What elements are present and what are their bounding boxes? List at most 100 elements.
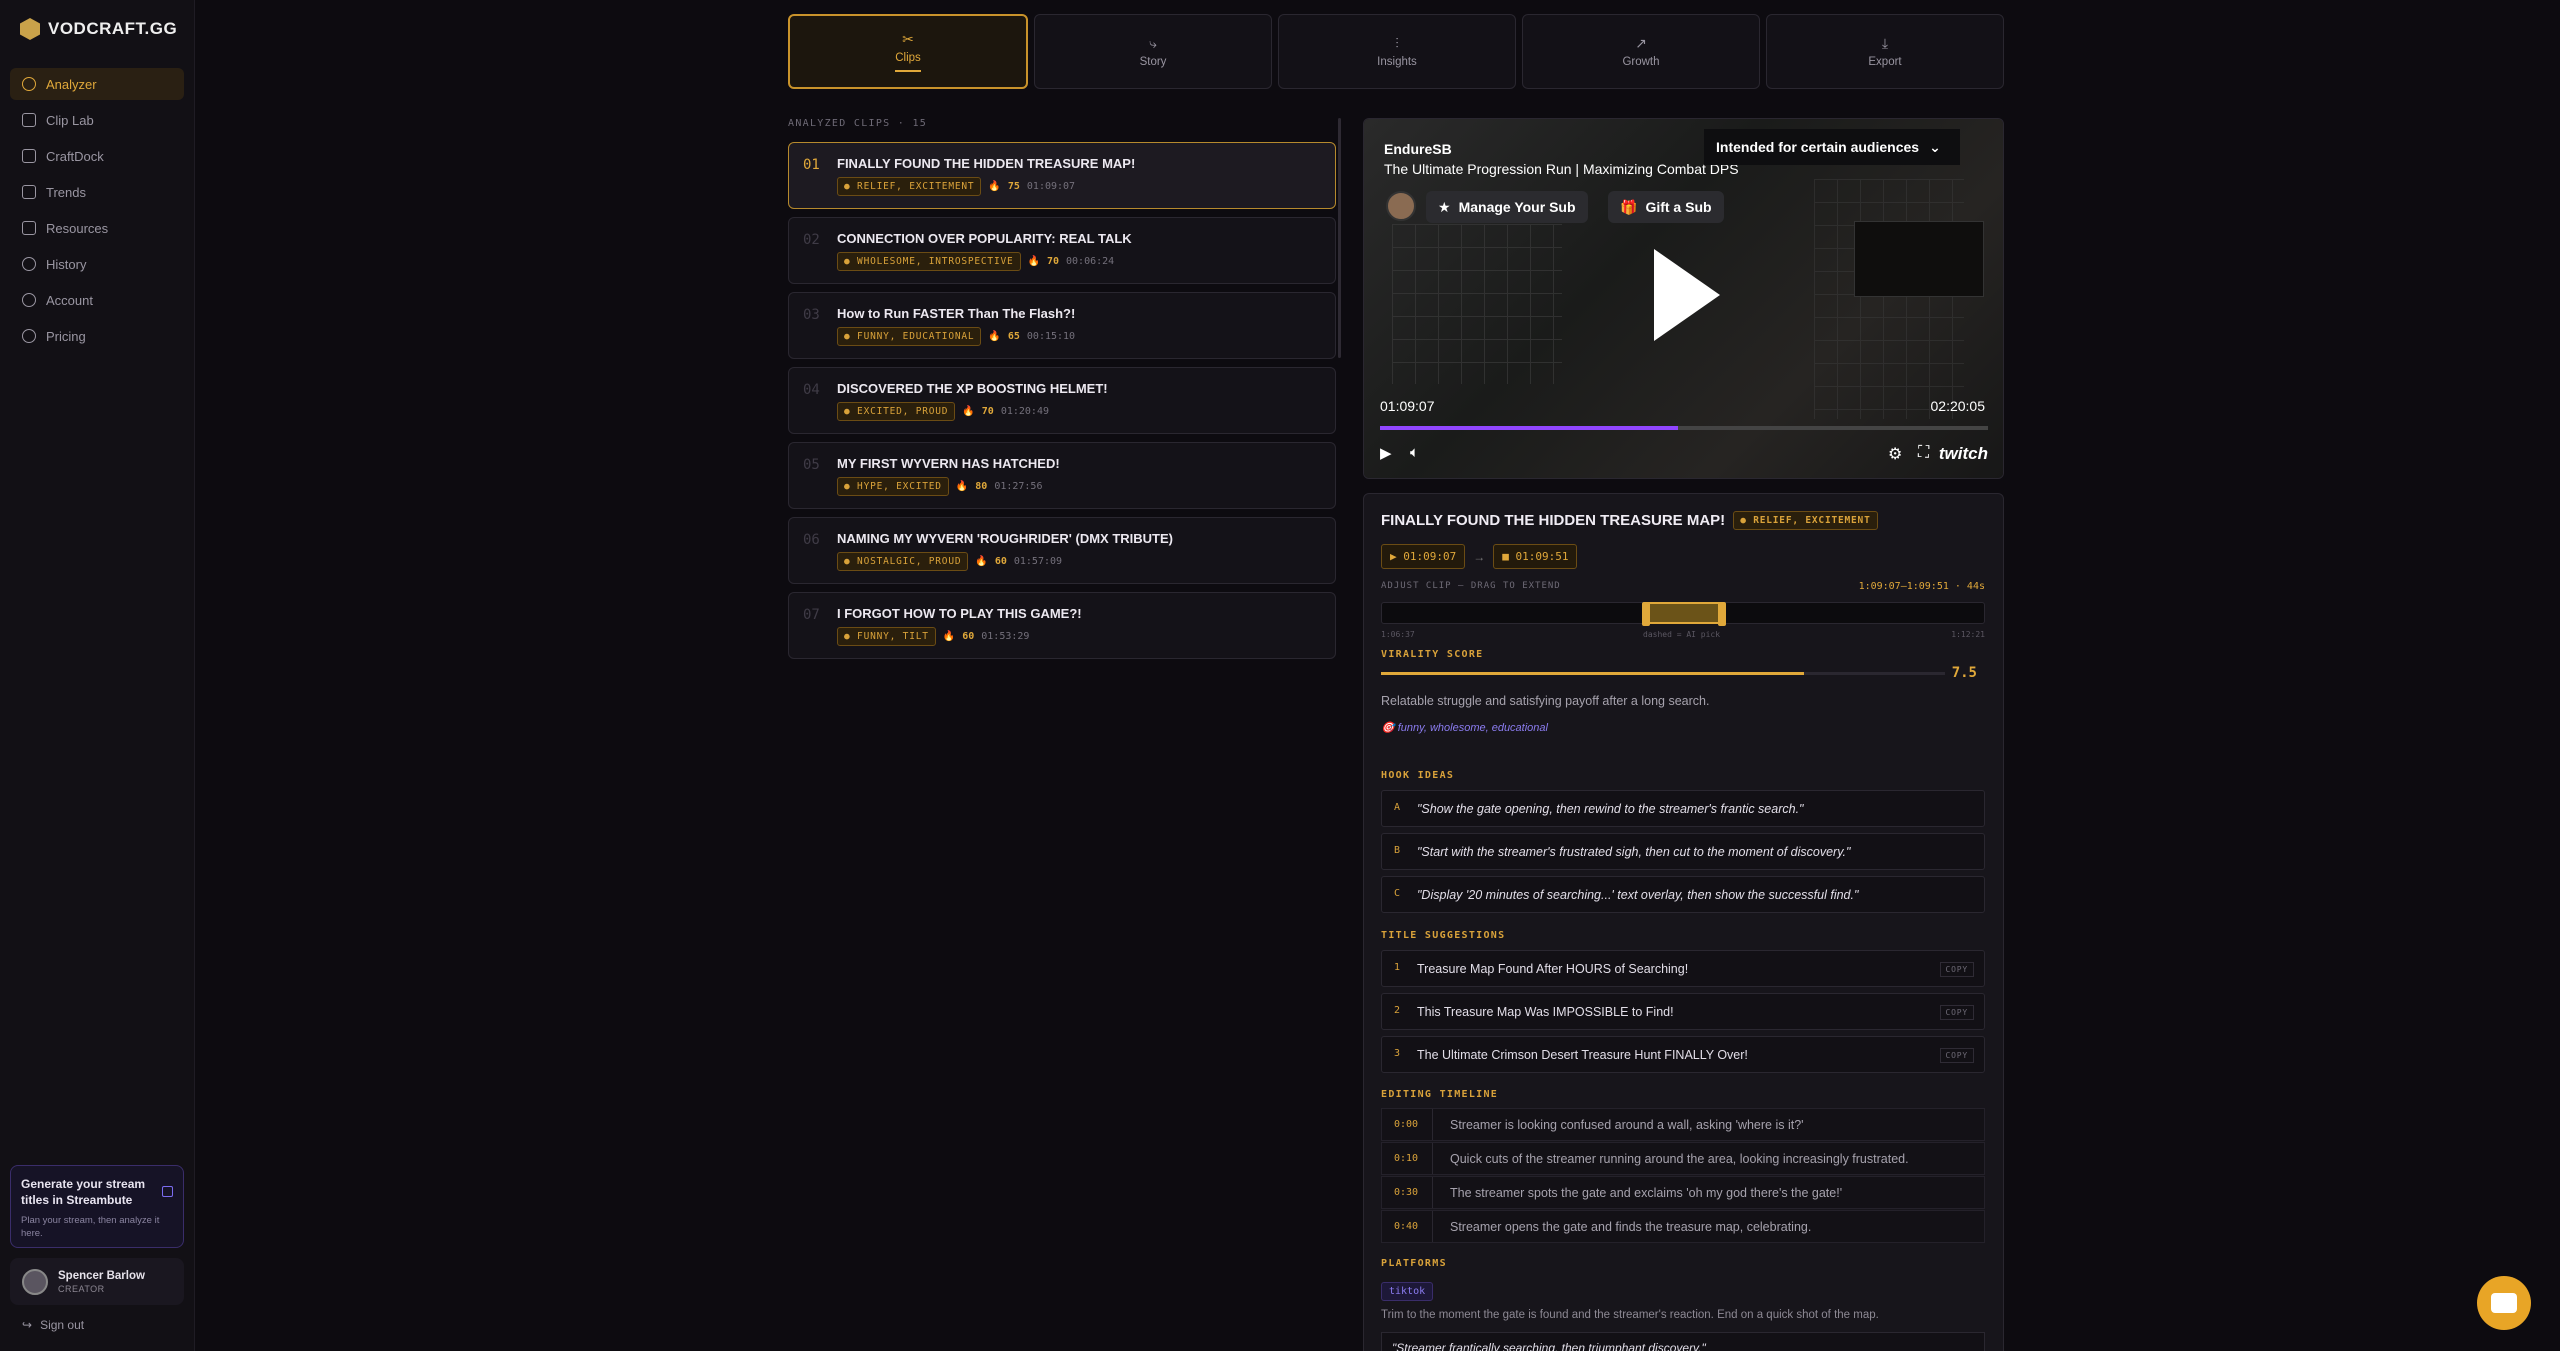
sidebar-item-history[interactable]: History: [10, 248, 184, 280]
sidebar-item-craftdock[interactable]: CraftDock: [10, 140, 184, 172]
detail-emotion-tag: ● RELIEF, EXCITEMENT: [1733, 511, 1878, 530]
clip-emotion-tag: ● RELIEF, EXCITEMENT: [837, 177, 982, 196]
promo-subtitle: Plan your stream, then analyze it here.: [21, 1215, 160, 1239]
audience-label: Intended for certain audiences: [1716, 139, 1920, 155]
timeline-divider: [1432, 1143, 1433, 1174]
hook-key: A: [1394, 802, 1401, 813]
trim-selection[interactable]: [1642, 602, 1726, 626]
route-icon: ⤷: [1149, 34, 1157, 51]
tab-insights[interactable]: ⫶ Insights: [1278, 14, 1516, 89]
sign-out-button[interactable]: ↪ Sign out: [22, 1318, 84, 1332]
clips-scrollbar[interactable]: [1338, 118, 1341, 358]
logo[interactable]: VODCRAFT.GG: [20, 18, 177, 40]
sidebar-item-clip-lab[interactable]: Clip Lab: [10, 104, 184, 136]
user-card[interactable]: Spencer Barlow CREATOR: [10, 1258, 184, 1305]
clip-card[interactable]: 04 DISCOVERED THE XP BOOSTING HELMET! ● EX…: [788, 367, 1336, 434]
user-icon: [22, 293, 36, 307]
sidebar-item-label: Pricing: [46, 328, 86, 344]
timeline-row: 0:10 Quick cuts of the streamer running a…: [1381, 1142, 1985, 1175]
clip-card[interactable]: 07 I FORGOT HOW TO PLAY THIS GAME?! ● FUNN…: [788, 592, 1336, 659]
platform-tag-tiktok[interactable]: tiktok: [1381, 1282, 1434, 1301]
clips-header: ANALYZED CLIPS · 15: [788, 118, 928, 129]
clip-tags-text: EXCITED, PROUD: [857, 406, 949, 417]
trim-end-handle[interactable]: [1718, 602, 1726, 626]
clip-card[interactable]: 05 MY FIRST WYVERN HAS HATCHED! ● HYPE, EX…: [788, 442, 1336, 509]
tab-growth[interactable]: ↗ Growth: [1522, 14, 1760, 89]
tab-story[interactable]: ⤷ Story: [1034, 14, 1272, 89]
clip-title: NAMING MY WYVERN 'ROUGHRIDER' (DMX TRIBU…: [837, 531, 1173, 546]
title-key: 1: [1394, 962, 1401, 973]
avatar: [22, 1268, 48, 1295]
twitch-logo[interactable]: twitch: [1939, 444, 1988, 464]
tab-export[interactable]: ⤓ Export: [1766, 14, 2004, 89]
video-controls: ▶ 🔈︎ ⚙ ⛶ twitch: [1380, 444, 1988, 464]
streambute-promo-card[interactable]: Generate your stream titles in Streambut…: [10, 1165, 184, 1248]
editing-timeline-list: 0:00 Streamer is looking confused around …: [1381, 1108, 1985, 1244]
clip-card[interactable]: 03 How to Run FASTER Than The Flash?! ● FU…: [788, 292, 1336, 359]
sidebar-item-analyzer[interactable]: Analyzer: [10, 68, 184, 100]
fire-icon: 🔥: [988, 181, 1001, 192]
gift-sub-button[interactable]: 🎁 Gift a Sub: [1608, 191, 1724, 223]
clip-time: 01:09:07: [1026, 181, 1076, 192]
trim-tick-legend: dashed = AI pick: [1643, 630, 1721, 639]
video-progress-bar[interactable]: [1380, 426, 1988, 430]
clip-meta: ● FUNNY, EDUCATIONAL 🔥 65 00:15:10: [837, 327, 1075, 346]
hook-ideas-label: HOOK IDEAS: [1381, 770, 1455, 781]
tab-clips[interactable]: ✂ Clips: [788, 14, 1028, 89]
clip-start-timestamp[interactable]: ▶ 01:09:07: [1381, 544, 1466, 569]
editing-timeline-label: EDITING TIMELINE: [1381, 1089, 1499, 1100]
clip-card[interactable]: 06 NAMING MY WYVERN 'ROUGHRIDER' (DMX TRI…: [788, 517, 1336, 584]
copy-button[interactable]: COPY: [1939, 962, 1974, 977]
clip-trim-slider[interactable]: [1381, 602, 1985, 626]
sidebar-item-pricing[interactable]: Pricing: [10, 320, 184, 352]
brand-name: VODCRAFT.GG: [48, 19, 178, 38]
sidebar-item-label: Account: [46, 292, 93, 308]
clip-meta: ● EXCITED, PROUD 🔥 70 01:20:49: [837, 402, 1049, 421]
trim-tick-end: 1:12:21: [1951, 630, 1985, 639]
clip-end-timestamp[interactable]: ■ 01:09:51: [1493, 544, 1578, 569]
trim-start-handle[interactable]: [1642, 602, 1650, 626]
user-name: Spencer Barlow: [58, 1269, 145, 1282]
scissors-icon: ✂: [902, 30, 914, 47]
clip-timestamps: ▶ 01:09:07 → ■ 01:09:51: [1381, 544, 1578, 569]
clip-detail-panel: FINALLY FOUND THE HIDDEN TREASURE MAP! ●…: [1363, 493, 2004, 1351]
timeline-row: 0:40 Streamer opens the gate and finds th…: [1381, 1210, 1985, 1243]
clip-card[interactable]: 02 CONNECTION OVER POPULARITY: REAL TALK ●…: [788, 217, 1336, 284]
clip-card[interactable]: 01 FINALLY FOUND THE HIDDEN TREASURE MAP!…: [788, 142, 1336, 209]
play-small-icon[interactable]: ▶: [1380, 444, 1392, 462]
fullscreen-icon[interactable]: ⛶: [1918, 444, 1929, 462]
adjust-clip-label: ADJUST CLIP — DRAG TO EXTEND: [1381, 581, 1561, 591]
timeline-row: 0:00 Streamer is looking confused around …: [1381, 1108, 1985, 1141]
clip-tags-text: HYPE, EXCITED: [857, 481, 942, 492]
bar-chart-icon: ⫶: [1395, 34, 1399, 51]
title-text: The Ultimate Crimson Desert Treasure Hun…: [1417, 1048, 1748, 1062]
manage-sub-button[interactable]: ★ Manage Your Sub: [1426, 191, 1588, 223]
clip-title: DISCOVERED THE XP BOOSTING HELMET!: [837, 381, 1108, 396]
tab-label: Growth: [1622, 55, 1660, 68]
channel-avatar[interactable]: [1386, 191, 1416, 221]
virality-label: VIRALITY SCORE: [1381, 649, 1484, 660]
sidebar-item-account[interactable]: Account: [10, 284, 184, 316]
video-player[interactable]: EndureSB The Ultimate Progression Run | …: [1363, 118, 2004, 479]
sidebar-item-trends[interactable]: Trends: [10, 176, 184, 208]
clip-end-text: 01:09:51: [1515, 550, 1569, 563]
chat-support-button[interactable]: [2477, 1276, 2531, 1330]
copy-button[interactable]: COPY: [1939, 1048, 1974, 1063]
inventory-grid: [1392, 224, 1562, 384]
clip-title: MY FIRST WYVERN HAS HATCHED!: [837, 456, 1060, 471]
audience-dropdown[interactable]: Intended for certain audiences ⌄: [1704, 129, 1960, 165]
play-icon[interactable]: [1654, 249, 1720, 341]
sparkle-icon: [22, 77, 36, 91]
clip-meta: ● NOSTALGIC, PROUD 🔥 60 01:57:09: [837, 552, 1062, 571]
clip-time: 01:27:56: [994, 481, 1043, 492]
volume-icon[interactable]: 🔈︎: [1410, 444, 1419, 461]
sidebar-item-resources[interactable]: Resources: [10, 212, 184, 244]
copy-button[interactable]: COPY: [1939, 1005, 1974, 1020]
timeline-divider: [1432, 1211, 1433, 1242]
settings-icon[interactable]: ⚙: [1888, 444, 1902, 464]
sign-out-icon: ↪: [22, 1318, 33, 1332]
hook-text: "Start with the streamer's frustrated si…: [1417, 845, 1851, 859]
clip-number: 03: [803, 307, 820, 323]
clip-score: 60: [962, 631, 975, 642]
detail-header: FINALLY FOUND THE HIDDEN TREASURE MAP! ●…: [1381, 511, 1878, 530]
